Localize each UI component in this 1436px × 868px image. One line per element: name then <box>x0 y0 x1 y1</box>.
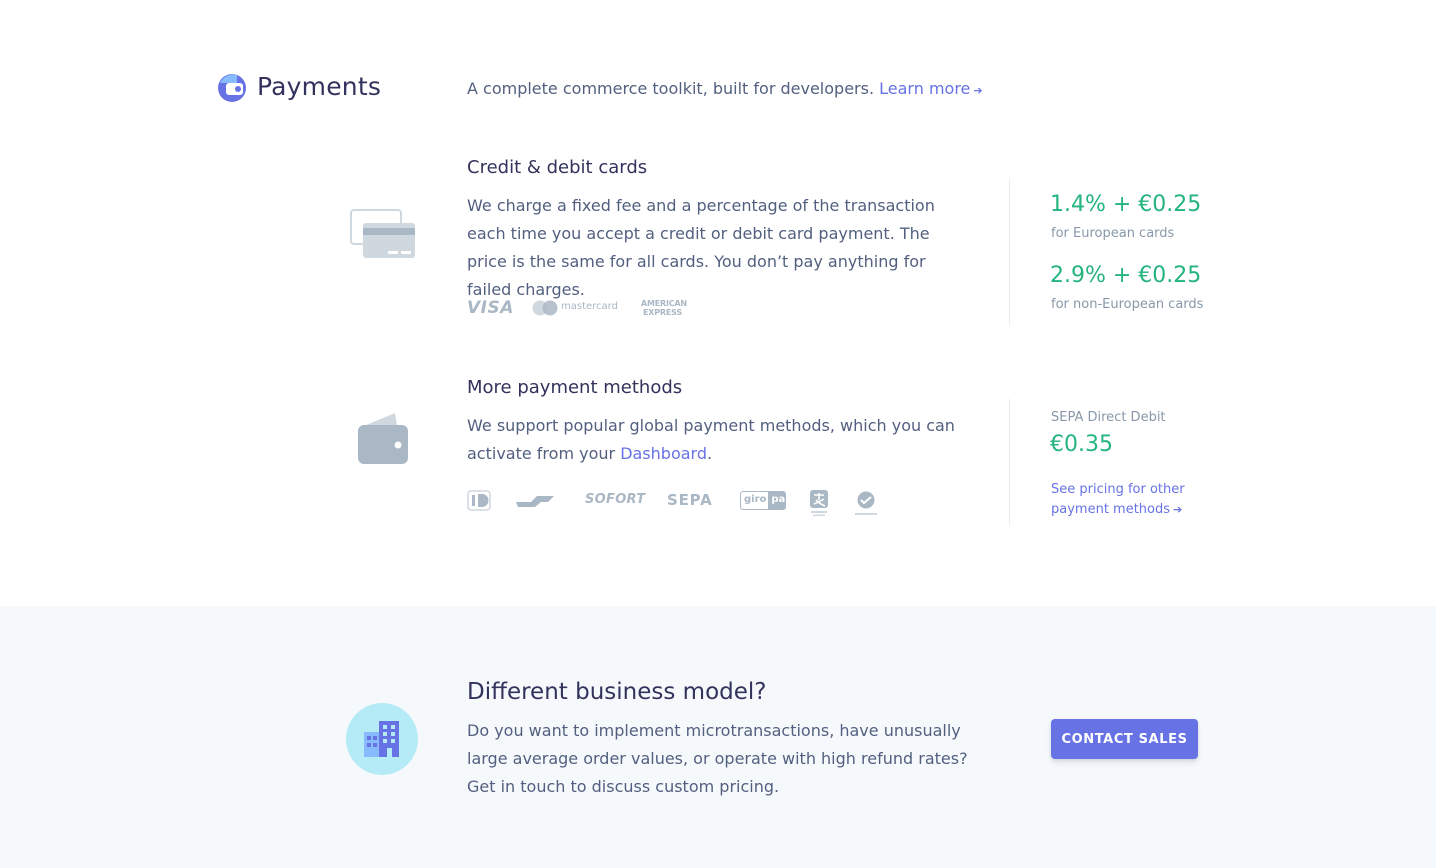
cards-title: Credit & debit cards <box>467 157 648 178</box>
price-non-european: 2.9% + €0.25 <box>1050 263 1202 288</box>
visa-logo: VISA <box>467 298 514 318</box>
sepa-label: SEPA Direct Debit <box>1051 410 1166 425</box>
cards-description: We charge a fixed fee and a percentage o… <box>467 196 935 299</box>
methods-divider <box>1009 399 1010 525</box>
see-pricing-label: See pricing for other payment methods <box>1051 482 1185 517</box>
amex-logo: AMERICAN EXPRESS <box>641 299 687 317</box>
ideal-logo-icon <box>467 490 491 511</box>
mastercard-logo-icon <box>532 300 558 316</box>
methods-title: More payment methods <box>467 377 683 398</box>
cta-description: Do you want to implement microtransactio… <box>467 721 968 796</box>
cards-divider <box>1009 179 1010 325</box>
bancontact-logo-icon <box>516 496 554 507</box>
header-tagline: A complete commerce toolkit, built for d… <box>467 79 983 98</box>
sepa-price: €0.35 <box>1050 432 1113 457</box>
dashboard-link[interactable]: Dashboard <box>620 444 707 463</box>
product-title: Payments <box>257 72 382 101</box>
learn-more-link[interactable]: Learn more ➔ <box>879 79 982 98</box>
arrow-right-icon: ➔ <box>1173 503 1183 516</box>
arrow-right-icon: ➔ <box>973 84 983 97</box>
amex-line-1: AMERICAN <box>641 299 687 308</box>
methods-description: We support popular global payment method… <box>467 412 967 468</box>
price-non-european-note: for non-European cards <box>1051 297 1204 312</box>
mastercard-logo: mastercard <box>561 301 618 312</box>
price-european: 1.4% + €0.25 <box>1050 192 1202 217</box>
payments-logo-icon <box>218 74 246 102</box>
wallet-icon <box>358 413 408 464</box>
see-pricing-link[interactable]: See pricing for other payment methods ➔ <box>1051 480 1201 520</box>
giropay-logo: giropay <box>740 491 786 510</box>
sepa-logo: SEPA <box>667 491 713 509</box>
wechat-pay-logo-icon <box>855 491 877 515</box>
cta-title: Different business model? <box>467 679 767 705</box>
amex-line-2: EXPRESS <box>643 308 682 317</box>
methods-description-period: . <box>707 444 713 463</box>
alipay-logo-icon <box>810 490 828 516</box>
building-icon <box>364 721 399 757</box>
giropay-logo-giro: giro <box>744 494 767 505</box>
contact-sales-button[interactable]: CONTACT SALES <box>1051 719 1198 759</box>
giropay-logo-pay: pay <box>768 492 785 509</box>
sofort-logo: SOFORT <box>585 492 646 507</box>
price-european-note: for European cards <box>1051 226 1175 241</box>
credit-card-icon <box>350 209 415 258</box>
learn-more-label: Learn more <box>879 79 971 98</box>
tagline-text: A complete commerce toolkit, built for d… <box>467 79 875 98</box>
